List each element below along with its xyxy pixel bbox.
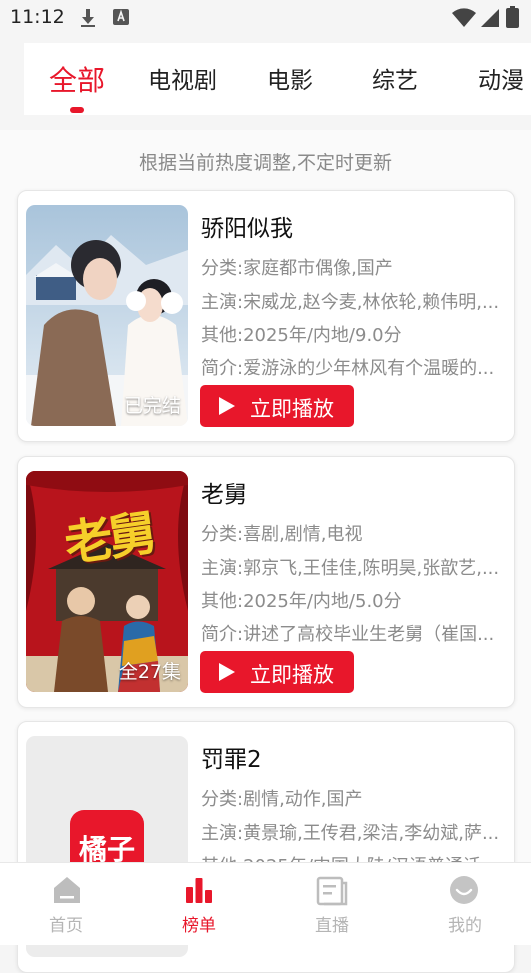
play-now-button[interactable]: 立即播放 [200, 651, 354, 693]
live-doc-icon [316, 875, 348, 911]
nav-label: 我的 [448, 916, 482, 936]
wifi-icon [452, 8, 476, 32]
nav-label: 榜单 [182, 916, 216, 936]
show-card[interactable]: 已完结 骄阳似我 分类:家庭都市偶像,国产 主演:宋威龙,赵今麦,林依轮,赖伟明… [17, 190, 515, 442]
notification-app-icon [113, 8, 129, 30]
home-icon [52, 875, 82, 909]
cellular-signal-icon [480, 8, 500, 32]
nav-profile[interactable]: 我的 [399, 863, 531, 945]
status-badge: 已完结 [123, 395, 181, 417]
nav-ranking[interactable]: 榜单 [133, 863, 265, 945]
chart-bar-icon [185, 875, 213, 909]
nav-home[interactable]: 首页 [0, 863, 132, 945]
tab-tv-series[interactable]: 电视剧 [148, 61, 217, 95]
status-bar: 11:12 [0, 0, 531, 36]
tab-variety[interactable]: 综艺 [372, 61, 418, 95]
show-intro: 简介:讲述了高校毕业生老舅（崔国... [201, 624, 495, 645]
play-icon [218, 662, 236, 687]
bottom-navigation: 首页 榜单 直播 我的 [0, 862, 531, 945]
play-now-button[interactable]: 立即播放 [200, 385, 354, 427]
show-other-info: 其他:2025年/内地/5.0分 [201, 591, 402, 612]
show-other-info: 其他:2025年/内地/9.0分 [201, 325, 402, 346]
category-tabs: 全部 电视剧 电影 综艺 动漫 [24, 43, 531, 115]
play-now-label: 立即播放 [250, 663, 334, 687]
show-title[interactable]: 罚罪2 [201, 740, 262, 774]
show-category: 分类:喜剧,剧情,电视 [201, 524, 363, 545]
episode-count-badge: 全27集 [118, 661, 181, 683]
tab-movies[interactable]: 电影 [267, 61, 313, 95]
show-title[interactable]: 老舅 [201, 475, 247, 509]
show-category: 分类:家庭都市偶像,国产 [201, 258, 393, 279]
nav-label: 首页 [49, 916, 83, 936]
play-icon [218, 396, 236, 421]
status-time: 11:12 [10, 6, 65, 28]
battery-icon [506, 6, 519, 32]
show-cast: 主演:郭京飞,王佳佳,陈明昊,张歆艺,... [201, 558, 500, 579]
poster-title-text: 老舅 [61, 505, 157, 573]
nav-live[interactable]: 直播 [266, 863, 398, 945]
show-poster[interactable]: 已完结 [26, 205, 188, 426]
show-poster[interactable]: 老舅 全27集 [26, 471, 188, 692]
show-title[interactable]: 骄阳似我 [201, 209, 293, 243]
download-icon [80, 8, 96, 32]
show-cast: 主演:宋威龙,赵今麦,林依轮,赖伟明,... [201, 292, 500, 313]
show-card[interactable]: 老舅 全27集 老舅 分类:喜剧,剧情,电视 主演:郭京飞,王佳佳,陈明昊,张歆… [17, 456, 515, 708]
tab-all[interactable]: 全部 [49, 59, 105, 99]
play-now-label: 立即播放 [250, 397, 334, 421]
ranking-hint: 根据当前热度调整,不定时更新 [138, 152, 393, 174]
show-cast: 主演:黄景瑜,王传君,梁洁,李幼斌,萨... [201, 823, 500, 844]
profile-icon [449, 875, 479, 909]
show-category: 分类:剧情,动作,国产 [201, 789, 363, 810]
show-intro: 简介:爱游泳的少年林风有个温暖的... [201, 358, 495, 379]
nav-label: 直播 [315, 916, 349, 936]
tab-anime[interactable]: 动漫 [478, 61, 524, 95]
active-tab-indicator [70, 107, 84, 113]
